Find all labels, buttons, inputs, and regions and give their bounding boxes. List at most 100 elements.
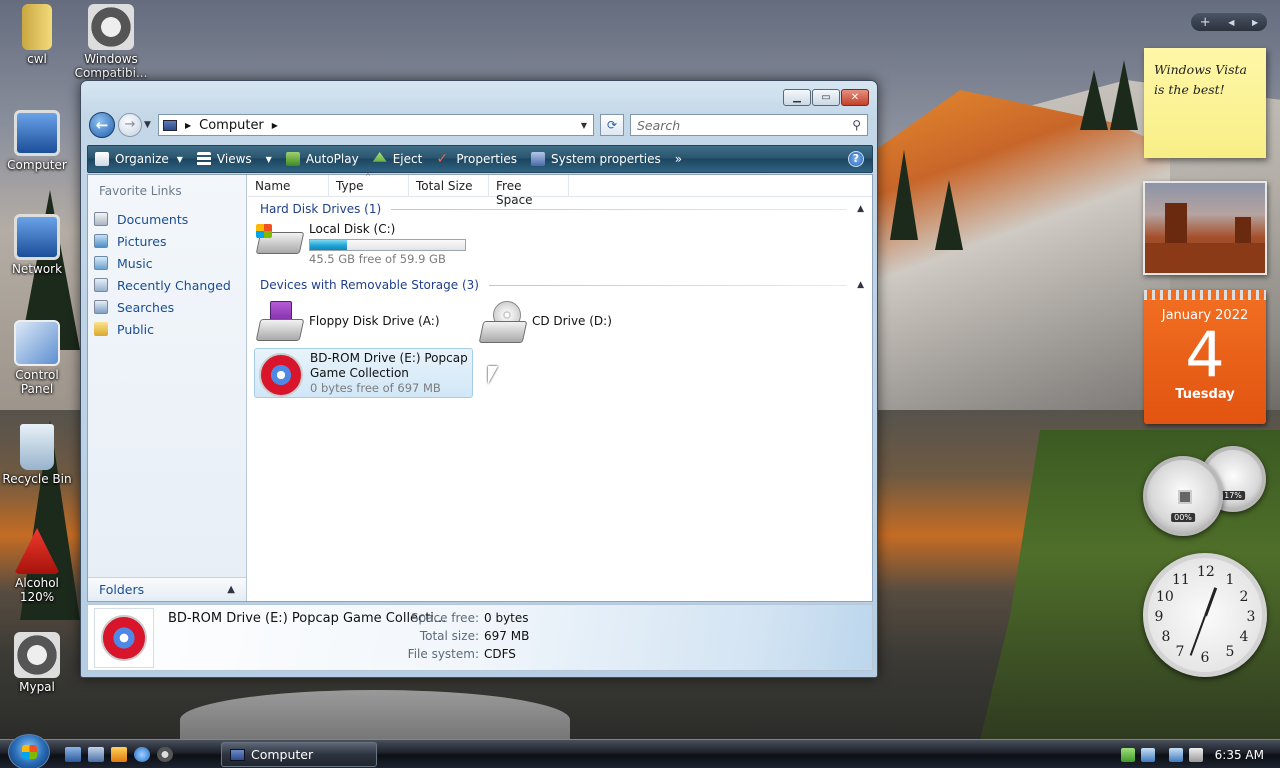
minimize-button[interactable]: ▁ <box>783 89 811 106</box>
refresh-button[interactable]: ⟳ <box>600 114 624 136</box>
computer-icon <box>163 119 177 131</box>
computer-icon <box>14 110 60 156</box>
public-folder-icon <box>94 322 108 336</box>
breadcrumb-computer[interactable]: Computer <box>199 118 264 133</box>
nav-link-searches[interactable]: Searches <box>88 296 246 318</box>
file-list: Name ^ Type Total Size Free Space Hard D… <box>248 173 872 601</box>
desktop-icon-mypal[interactable]: Mypal <box>0 632 74 694</box>
views-icon <box>196 152 211 166</box>
calendar-gadget[interactable]: January 2022 4 Tuesday <box>1144 290 1266 424</box>
next-page-button[interactable]: ▶ <box>1252 18 1258 27</box>
drive-cd-d[interactable]: CD Drive (D:) <box>478 301 612 343</box>
taskbar-button-computer[interactable]: Computer <box>221 742 377 767</box>
windows-logo-icon <box>22 745 37 759</box>
computer-icon <box>230 748 245 761</box>
music-icon <box>94 256 108 270</box>
tray-network-icon[interactable] <box>1140 747 1155 762</box>
clock-number: 6 <box>1200 650 1210 666</box>
eject-icon <box>372 152 387 162</box>
drive-floppy-a[interactable]: Floppy Disk Drive (A:) <box>255 301 440 343</box>
mypal-icon[interactable] <box>157 747 173 762</box>
organize-button[interactable]: Organize ▼ <box>88 146 190 172</box>
slideshow-gadget[interactable] <box>1143 181 1267 275</box>
column-type[interactable]: ^ Type <box>329 173 409 196</box>
nav-link-recently-changed[interactable]: Recently Changed <box>88 274 246 296</box>
previous-page-button[interactable]: ◀ <box>1228 18 1234 27</box>
back-button[interactable]: ← <box>89 112 115 138</box>
taskbar: Computer 6:35 AM <box>0 734 1280 768</box>
clock-time[interactable]: 6:35 AM <box>1215 748 1264 762</box>
volume-muted-icon[interactable] <box>1188 747 1203 762</box>
desktop-icon-alcohol[interactable]: Alcohol 120% <box>0 528 74 604</box>
column-name[interactable]: Name <box>248 175 329 196</box>
collapse-chevron-icon[interactable]: ▲ <box>857 204 864 214</box>
forward-button[interactable]: → <box>118 113 142 137</box>
internet-explorer-icon[interactable] <box>134 747 150 762</box>
organize-icon <box>95 152 109 166</box>
drive-local-disk-c[interactable]: Local Disk (C:) 45.5 GB free of 59.9 GB <box>255 222 466 267</box>
folder-icon <box>22 4 52 50</box>
group-removable-storage[interactable]: Devices with Removable Storage (3) ▲ <box>260 278 864 292</box>
calendar-day: 4 <box>1185 318 1225 391</box>
folders-toggle[interactable]: Folders ▲ <box>88 577 246 601</box>
desktop-icon-cwl[interactable]: cwl <box>0 4 74 66</box>
desktop-icon-network[interactable]: Network <box>0 214 74 276</box>
close-button[interactable]: ✕ <box>841 89 869 106</box>
eject-button[interactable]: Eject <box>366 146 430 172</box>
more-commands-button[interactable]: » <box>668 146 689 172</box>
switch-windows-icon[interactable] <box>88 747 104 762</box>
nav-link-documents[interactable]: Documents <box>88 208 246 230</box>
properties-button[interactable]: ✓ Properties <box>429 146 524 172</box>
system-properties-icon <box>530 152 545 166</box>
nav-link-music[interactable]: Music <box>88 252 246 274</box>
note-text[interactable]: Windows Vista is the best! <box>1154 62 1247 97</box>
cd-drive-icon <box>478 301 528 343</box>
help-button[interactable]: ? <box>848 151 864 167</box>
address-dropdown-icon[interactable]: ▼ <box>575 121 593 130</box>
disk-usage-bar <box>309 239 466 251</box>
drive-name: CD Drive (D:) <box>532 314 612 328</box>
column-total-size[interactable]: Total Size <box>409 175 489 196</box>
calendar-weekday: Tuesday <box>1175 387 1235 402</box>
cpu-meter-gadget[interactable]: 00% <box>1143 456 1223 536</box>
desktop-icon-windows-compatibility[interactable]: Windows Compatibi... <box>74 4 148 80</box>
nav-link-pictures[interactable]: Pictures <box>88 230 246 252</box>
show-desktop-icon[interactable] <box>65 747 81 762</box>
bd-rom-disc-icon <box>257 351 303 397</box>
desktop-icon-computer[interactable]: Computer <box>0 110 74 172</box>
desktop-icon-control-panel[interactable]: Control Panel <box>0 320 74 396</box>
maximize-button[interactable]: ▭ <box>812 89 840 106</box>
clock-number: 1 <box>1225 572 1235 588</box>
views-button[interactable]: Views ▼ <box>190 146 279 172</box>
details-file-system: File system: CDFS <box>407 647 516 661</box>
column-free-space[interactable]: Free Space <box>489 175 569 207</box>
details-total-size: Total size: 697 MB <box>419 629 530 643</box>
drive-name-line2: Game Collection <box>310 366 409 380</box>
autoplay-button[interactable]: AutoPlay <box>279 146 366 172</box>
breadcrumb-chevron-icon[interactable]: ▶ <box>272 121 278 130</box>
recycle-bin-icon <box>20 424 54 470</box>
tray-app-icon[interactable] <box>1120 747 1135 762</box>
network-icon[interactable] <box>1168 747 1183 762</box>
cpu-percent: 00% <box>1171 512 1195 522</box>
clock-gadget[interactable]: 12 1 2 3 4 5 6 7 8 9 10 11 <box>1143 553 1267 677</box>
clock-number: 8 <box>1161 629 1171 645</box>
gadget-sidebar-controls: + ◀ ▶ <box>1190 12 1268 32</box>
collapse-chevron-icon[interactable]: ▲ <box>857 280 864 290</box>
media-player-icon[interactable] <box>111 747 127 762</box>
add-gadget-button[interactable]: + <box>1200 15 1211 30</box>
system-properties-button[interactable]: System properties <box>524 146 668 172</box>
start-button[interactable] <box>8 734 50 768</box>
search-icon[interactable]: ⚲ <box>852 118 861 132</box>
desktop-icon-recycle-bin[interactable]: Recycle Bin <box>0 424 74 486</box>
control-panel-icon <box>14 320 60 366</box>
chevron-up-icon: ▲ <box>227 584 235 595</box>
notes-gadget[interactable]: Windows Vista is the best! <box>1144 48 1266 158</box>
breadcrumb-chevron-icon[interactable]: ▶ <box>185 121 191 130</box>
recent-pages-dropdown[interactable]: ▼ <box>144 120 156 130</box>
nav-link-public[interactable]: Public <box>88 318 246 340</box>
address-bar[interactable]: ▶ Computer ▶ ▼ <box>158 114 594 136</box>
search-input[interactable]: Search ⚲ <box>630 114 868 136</box>
group-hard-disk-drives[interactable]: Hard Disk Drives (1) ▲ <box>260 202 864 216</box>
drive-bd-rom-e[interactable]: BD-ROM Drive (E:) Popcap Game Collection… <box>254 348 473 398</box>
